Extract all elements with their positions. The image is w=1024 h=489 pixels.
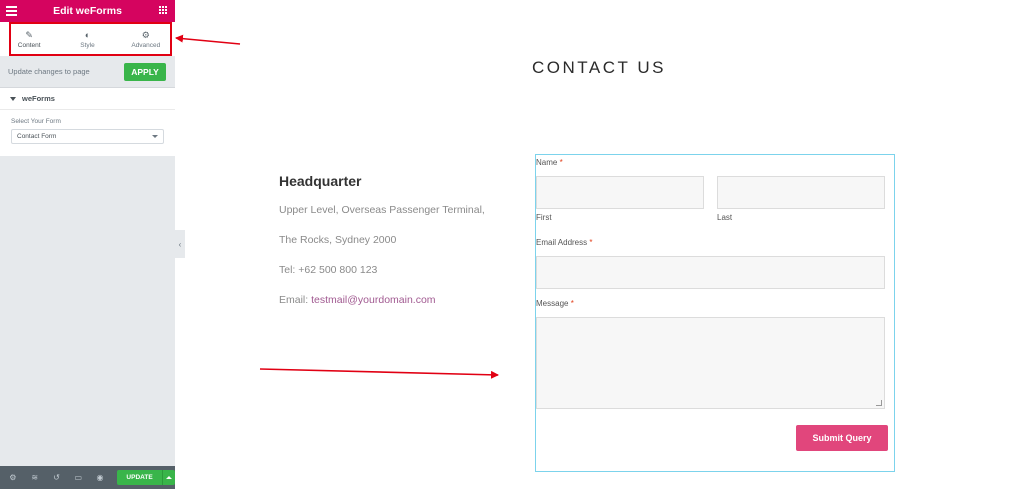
history-icon[interactable]: ↺ bbox=[50, 471, 64, 485]
email-label: Email Address * bbox=[536, 238, 593, 247]
gear-icon: ⚙ bbox=[141, 29, 150, 40]
editor-root: Edit weForms ✎ Content ◐ Style ⚙ Advance… bbox=[0, 0, 1024, 489]
message-label-text: Message bbox=[536, 299, 569, 308]
required-mark: * bbox=[589, 238, 593, 247]
message-textarea[interactable] bbox=[536, 317, 885, 409]
last-name-input[interactable] bbox=[717, 176, 885, 209]
caret-down-icon bbox=[10, 96, 16, 101]
apply-row: Update changes to page APPLY bbox=[0, 56, 175, 88]
hq-title: Headquarter bbox=[279, 173, 362, 189]
tab-style-label: Style bbox=[80, 41, 95, 49]
panel-tabs: ✎ Content ◐ Style ⚙ Advanced bbox=[0, 22, 175, 56]
arrow-to-tabs bbox=[175, 34, 241, 45]
panel-title: Edit weForms bbox=[53, 5, 122, 17]
apply-hint: Update changes to page bbox=[8, 67, 90, 76]
hq-email-label: Email: bbox=[279, 294, 312, 306]
panel-footer: ⚙ ≋ ↺ ▭ ◉ UPDATE bbox=[0, 466, 175, 489]
tab-advanced-label: Advanced bbox=[131, 41, 161, 49]
tab-style[interactable]: ◐ Style bbox=[58, 22, 116, 56]
hq-address-line1: Upper Level, Overseas Passenger Terminal… bbox=[279, 204, 485, 216]
page-title: CONTACT US bbox=[532, 58, 666, 77]
resize-handle-icon[interactable] bbox=[876, 400, 882, 406]
required-mark: * bbox=[570, 299, 574, 308]
hq-phone: Tel: +62 500 800 123 bbox=[279, 264, 378, 276]
form-select-value: Contact Form bbox=[17, 133, 57, 140]
weforms-section: weForms Select Your Form Contact Form bbox=[0, 88, 175, 156]
panel-collapse-handle[interactable]: ‹ bbox=[175, 230, 185, 258]
pencil-icon: ✎ bbox=[25, 29, 33, 40]
preview-eye-icon[interactable]: ◉ bbox=[93, 471, 107, 485]
responsive-icon[interactable]: ▭ bbox=[71, 471, 85, 485]
email-label-text: Email Address bbox=[536, 238, 588, 247]
email-input[interactable] bbox=[536, 256, 885, 289]
form-select[interactable]: Contact Form bbox=[11, 129, 164, 144]
layers-icon[interactable]: ≋ bbox=[28, 471, 42, 485]
first-name-input[interactable] bbox=[536, 176, 704, 209]
section-title: weForms bbox=[22, 94, 55, 103]
section-toggle[interactable]: weForms bbox=[0, 88, 175, 110]
caret-up-icon bbox=[166, 476, 173, 479]
arrow-to-form bbox=[259, 368, 499, 379]
chevron-down-icon bbox=[152, 135, 158, 138]
hamburger-menu-icon[interactable] bbox=[6, 6, 17, 16]
hq-address-line2: The Rocks, Sydney 2000 bbox=[279, 234, 397, 246]
select-form-label: Select Your Form bbox=[11, 118, 61, 125]
name-label-text: Name bbox=[536, 158, 558, 167]
first-sublabel: First bbox=[536, 213, 552, 222]
apply-button[interactable]: APPLY bbox=[124, 62, 166, 81]
name-label: Name * bbox=[536, 158, 563, 167]
hq-email-link[interactable]: testmail@yourdomain.com bbox=[311, 294, 435, 306]
update-button[interactable]: UPDATE bbox=[116, 470, 163, 485]
message-label: Message * bbox=[536, 299, 574, 308]
update-options-button[interactable] bbox=[162, 470, 175, 485]
section-body: Select Your Form Contact Form bbox=[0, 110, 175, 144]
required-mark: * bbox=[559, 158, 563, 167]
chevron-left-icon: ‹ bbox=[178, 239, 182, 249]
widgets-grid-icon[interactable] bbox=[159, 6, 168, 15]
submit-button[interactable]: Submit Query bbox=[796, 425, 888, 451]
last-sublabel: Last bbox=[717, 213, 733, 222]
editor-panel: Edit weForms ✎ Content ◐ Style ⚙ Advance… bbox=[0, 0, 175, 489]
tab-advanced[interactable]: ⚙ Advanced bbox=[117, 22, 175, 56]
tab-content-label: Content bbox=[17, 41, 41, 49]
contrast-icon: ◐ bbox=[84, 29, 91, 40]
tab-content[interactable]: ✎ Content bbox=[0, 22, 59, 56]
hq-email-row: Email: testmail@yourdomain.com bbox=[279, 294, 436, 306]
settings-icon[interactable]: ⚙ bbox=[6, 471, 20, 485]
panel-header: Edit weForms bbox=[0, 0, 175, 22]
